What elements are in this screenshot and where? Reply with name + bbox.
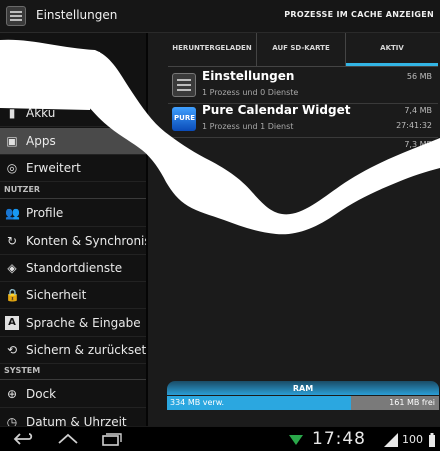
sync-icon: ↻	[6, 234, 18, 248]
sidebar-item-datetime[interactable]: ◷ Datum & Uhrzeit	[0, 409, 146, 426]
sidebar-item-label: Erweitert	[26, 161, 81, 175]
battery-icon	[429, 433, 435, 447]
battery-level: 100	[402, 433, 423, 446]
process-row[interactable]: 7,3 MB	[168, 135, 438, 171]
apps-icon: ▣	[6, 134, 18, 148]
sidebar-item-label: Datum & Uhrzeit	[26, 415, 127, 426]
wifi-icon	[289, 435, 303, 445]
recent-apps-icon[interactable]	[100, 431, 124, 447]
sidebar-item-label: Akku	[26, 106, 56, 120]
ram-usage-meter: RAM 334 MB verw. 161 MB frei	[167, 381, 439, 411]
sidebar-item-location[interactable]: ◈ Standortdienste	[0, 255, 146, 282]
tab-sd-card[interactable]: AUF SD-KARTE	[257, 33, 346, 66]
process-name: Pure Calendar Widget	[202, 103, 351, 117]
process-size: 7,3 MB	[404, 140, 432, 149]
settings-sidebar: ▮ Akku ▣ Apps ◎ Erweitert NUTZER 👥 Profi…	[0, 33, 146, 426]
sidebar-item-label: Sprache & Eingabe	[26, 316, 141, 330]
tab-downloaded[interactable]: HERUNTERGELADEN	[168, 33, 257, 66]
process-size: 7,4 MB	[404, 106, 432, 115]
sidebar-item-profile[interactable]: 👥 Profile	[0, 200, 146, 227]
signal-icon	[384, 433, 398, 447]
process-description: 1 Prozess und 0 Dienste	[202, 88, 299, 97]
settings-sliders-icon	[172, 73, 196, 97]
process-row[interactable]: Einstellungen 1 Prozess und 0 Dienste 56…	[168, 67, 438, 104]
process-runtime: 27:41:32	[396, 121, 432, 130]
process-row[interactable]: PURE Pure Calendar Widget 1 Prozess und …	[168, 101, 438, 138]
process-description: 1 Prozess und 1 Dienst	[202, 122, 294, 131]
sidebar-item-label: Sicherheit	[26, 288, 87, 302]
show-cached-processes-button[interactable]: PROZESSE IM CACHE ANZEIGEN	[284, 10, 434, 19]
backup-icon: ⟲	[6, 343, 18, 357]
ram-title: RAM	[292, 384, 314, 393]
sidebar-item-label: Dock	[26, 387, 57, 401]
app-title: Einstellungen	[36, 8, 118, 22]
battery-icon: ▮	[8, 106, 16, 120]
sidebar-item-label: Apps	[26, 134, 56, 148]
home-icon[interactable]	[56, 431, 80, 447]
sidebar-item-security[interactable]: 🔒 Sicherheit	[0, 282, 146, 309]
sidebar-item-dock[interactable]: ⊕ Dock	[0, 381, 146, 408]
sidebar-item-backup[interactable]: ⟲ Sichern & zurücksetz	[0, 337, 146, 364]
dock-icon: ⊕	[6, 387, 18, 401]
sidebar-item-label: Sichern & zurücksetz	[26, 343, 146, 357]
back-icon[interactable]	[12, 431, 34, 447]
ram-free-label: 161 MB frei	[389, 398, 435, 407]
ram-used-label: 334 MB verw.	[170, 398, 225, 407]
clock: 17:48	[312, 429, 366, 449]
action-bar: Einstellungen PROZESSE IM CACHE ANZEIGEN	[0, 0, 440, 33]
language-icon: A	[5, 316, 19, 330]
sidebar-item-label: Profile	[26, 206, 64, 220]
sidebar-item-label: Konten & Synchronis	[26, 234, 146, 248]
section-header-system: SYSTEM	[0, 364, 146, 380]
running-apps-pane: HERUNTERGELADEN AUF SD-KARTE AKTIV Einst…	[148, 33, 440, 426]
location-icon: ◈	[7, 261, 17, 275]
process-name: Einstellungen	[202, 69, 295, 83]
system-nav-bar: 17:48 100	[0, 426, 440, 451]
advanced-icon: ◎	[6, 161, 18, 175]
sidebar-item-language[interactable]: A Sprache & Eingabe	[0, 310, 146, 337]
sidebar-item-apps[interactable]: ▣ Apps	[0, 128, 146, 155]
profile-icon: 👥	[5, 206, 20, 220]
clock-icon: ◷	[6, 415, 18, 426]
app-tabs: HERUNTERGELADEN AUF SD-KARTE AKTIV	[168, 33, 438, 67]
process-size: 56 MB	[406, 72, 432, 81]
section-header-user: NUTZER	[0, 183, 146, 199]
sidebar-item-label: Standortdienste	[26, 261, 123, 275]
sidebar-item-sync[interactable]: ↻ Konten & Synchronis	[0, 228, 146, 255]
sidebar-item-erweitert[interactable]: ◎ Erweitert	[0, 155, 146, 182]
lock-icon: 🔒	[5, 288, 20, 302]
tab-active[interactable]: AKTIV	[346, 33, 438, 66]
calendar-app-icon: PURE	[172, 107, 196, 131]
sidebar-item-akku[interactable]: ▮ Akku	[0, 100, 146, 127]
settings-sliders-icon[interactable]	[6, 6, 26, 26]
